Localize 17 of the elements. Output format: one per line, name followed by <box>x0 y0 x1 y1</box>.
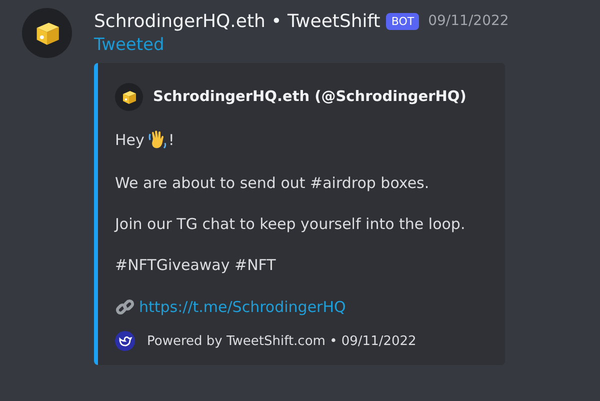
tweet-text: We are about to send out #airdrop boxes. <box>115 174 430 192</box>
avatar[interactable] <box>22 8 72 58</box>
action-text: Tweeted <box>94 35 166 55</box>
author-avatar <box>115 83 143 111</box>
tweet-text: Join our TG chat to keep yourself into the loop. <box>115 215 466 233</box>
tweet-text: #NFTGiveaway #NFT <box>115 256 276 274</box>
timestamp: 09/11/2022 <box>428 13 509 29</box>
tweet-link[interactable]: https://t.me/SchrodingerHQ <box>139 298 346 316</box>
author-name[interactable]: SchrodingerHQ.eth • TweetShift <box>94 10 380 32</box>
greeting-text: ! <box>168 131 174 149</box>
waving-hand-icon <box>148 129 168 151</box>
greeting-text: Hey <box>115 131 144 149</box>
embed-author[interactable]: SchrodingerHQ.eth (@SchrodingerHQ) <box>153 89 466 105</box>
embed-footer: Powered by TweetShift.com • 09/11/2022 <box>147 334 416 348</box>
chain-link-icon <box>115 297 135 317</box>
bot-badge: BOT <box>386 12 420 30</box>
bird-logo-icon <box>115 331 135 351</box>
